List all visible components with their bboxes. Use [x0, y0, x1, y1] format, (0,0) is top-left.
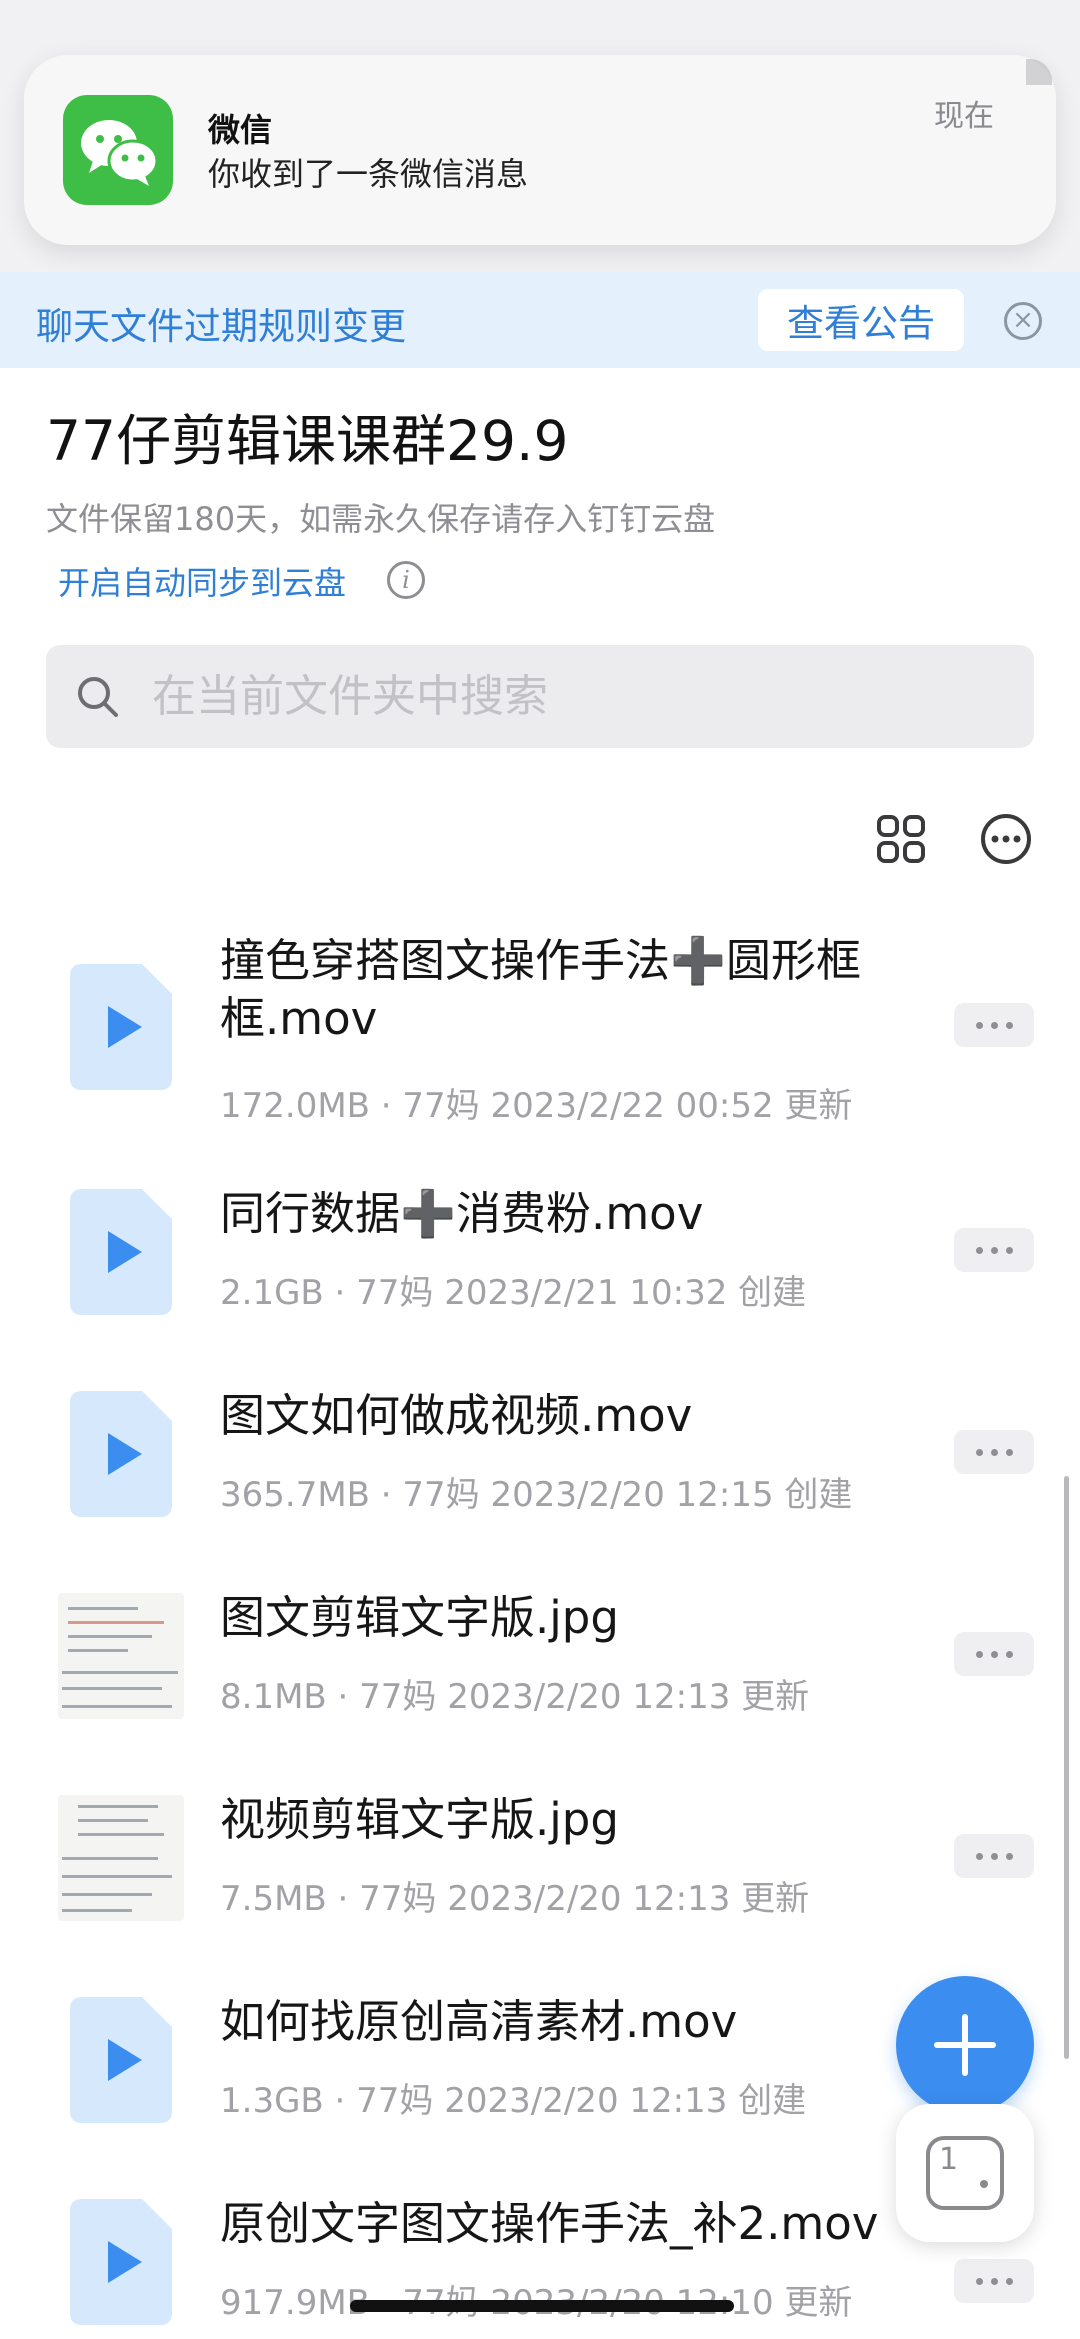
- search-bar[interactable]: [46, 645, 1034, 748]
- search-input[interactable]: [152, 645, 1012, 748]
- file-meta: 1.3GB · 77妈 2023/2/20 12:13 创建: [220, 2081, 807, 2121]
- file-meta: 7.5MB · 77妈 2023/2/20 12:13 更新: [220, 1879, 810, 1919]
- window-icon: 1: [926, 2136, 1004, 2210]
- file-row[interactable]: 同行数据➕消费粉.mov 2.1GB · 77妈 2023/2/21 10:32…: [0, 1185, 1080, 1355]
- grid-view-icon[interactable]: [876, 814, 926, 864]
- floating-window-count: 1: [939, 2142, 959, 2177]
- window-dot: [980, 2180, 988, 2188]
- add-file-button[interactable]: [896, 1976, 1034, 2114]
- file-meta: 365.7MB · 77妈 2023/2/20 12:15 创建: [220, 1475, 853, 1515]
- retention-note: 文件保留180天，如需永久保存请存入钉钉云盘: [46, 500, 716, 538]
- video-file-icon: [70, 964, 172, 1090]
- page-title: 77仔剪辑课课群29.9: [46, 409, 569, 473]
- video-file-icon: [70, 1997, 172, 2123]
- auto-sync-link[interactable]: 开启自动同步到云盘: [58, 558, 346, 604]
- notification-message: 你收到了一条微信消息: [208, 155, 529, 193]
- file-meta: 2.1GB · 77妈 2023/2/21 10:32 创建: [220, 1273, 807, 1313]
- close-circle-icon[interactable]: ×: [1004, 302, 1042, 340]
- file-name: 视频剪辑文字版.jpg: [220, 1793, 619, 1846]
- file-meta: 172.0MB · 77妈 2023/2/22 00:52 更新: [220, 1086, 853, 1126]
- wechat-notification[interactable]: 微信 你收到了一条微信消息 现在: [24, 55, 1056, 245]
- view-announcement-button[interactable]: 查看公告: [758, 289, 964, 351]
- announcement-banner: 聊天文件过期规则变更 查看公告: [0, 272, 1080, 368]
- search-icon: [78, 677, 118, 717]
- wechat-icon: [63, 95, 173, 205]
- row-more-button[interactable]: [954, 1632, 1034, 1676]
- video-file-icon: [70, 1189, 172, 1315]
- file-name: 同行数据➕消费粉.mov: [220, 1187, 704, 1240]
- home-indicator[interactable]: [350, 2300, 734, 2312]
- image-thumbnail: [58, 1795, 184, 1921]
- file-name: 如何找原创高清素材.mov: [220, 1995, 738, 2048]
- notification-app-name: 微信: [208, 111, 273, 149]
- file-row[interactable]: 视频剪辑文字版.jpg 7.5MB · 77妈 2023/2/20 12:13 …: [0, 1791, 1080, 1961]
- scrollbar[interactable]: [1064, 1476, 1069, 2059]
- file-name: 图文如何做成视频.mov: [220, 1389, 693, 1442]
- image-thumbnail: [58, 1593, 184, 1719]
- file-name: 原创文字图文操作手法_补2.mov: [220, 2197, 879, 2250]
- info-icon[interactable]: i: [387, 561, 425, 599]
- file-meta: 8.1MB · 77妈 2023/2/20 12:13 更新: [220, 1677, 810, 1717]
- file-row[interactable]: 撞色穿搭图文操作手法➕圆形框框.mov 172.0MB · 77妈 2023/2…: [0, 930, 1080, 1130]
- row-more-button[interactable]: [954, 1430, 1034, 1474]
- row-more-button[interactable]: [954, 1228, 1034, 1272]
- announcement-text: 聊天文件过期规则变更: [36, 305, 406, 348]
- row-more-button[interactable]: [954, 2259, 1034, 2303]
- file-name: 撞色穿搭图文操作手法➕圆形框框.mov: [220, 934, 862, 1045]
- row-more-button[interactable]: [954, 1003, 1034, 1047]
- notification-time: 现在: [934, 99, 994, 134]
- file-row[interactable]: 图文如何做成视频.mov 365.7MB · 77妈 2023/2/20 12:…: [0, 1387, 1080, 1557]
- video-file-icon: [70, 1391, 172, 1517]
- file-row[interactable]: 图文剪辑文字版.jpg 8.1MB · 77妈 2023/2/20 12:13 …: [0, 1589, 1080, 1759]
- video-file-icon: [70, 2199, 172, 2325]
- file-name: 图文剪辑文字版.jpg: [220, 1591, 619, 1644]
- floating-window-button[interactable]: 1: [896, 2104, 1034, 2242]
- more-circle-icon[interactable]: [979, 812, 1033, 866]
- row-more-button[interactable]: [954, 1834, 1034, 1878]
